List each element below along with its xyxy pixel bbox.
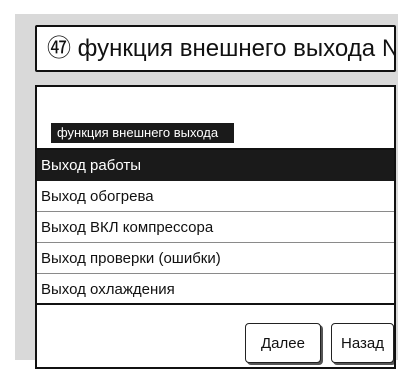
- section-header: функция внешнего выхода: [51, 123, 235, 143]
- option-cooling-output[interactable]: Выход охлаждения: [37, 274, 394, 305]
- back-button[interactable]: Назад: [331, 323, 394, 363]
- option-list: Выход работы Выход обогрева Выход ВКЛ ко…: [37, 148, 394, 305]
- page-title: ㊼ функция внешнего выхода № 1: [35, 25, 396, 72]
- next-button[interactable]: Далее: [245, 323, 321, 363]
- option-error-check-output[interactable]: Выход проверки (ошибки): [37, 243, 394, 274]
- option-screen: функция внешнего выхода Выход работы Вых…: [35, 85, 396, 369]
- option-compressor-on-output[interactable]: Выход ВКЛ компрессора: [37, 212, 394, 243]
- settings-panel: ㊼ функция внешнего выхода № 1 функция вн…: [15, 14, 398, 369]
- option-operation-output[interactable]: Выход работы: [37, 150, 394, 181]
- option-heating-output[interactable]: Выход обогрева: [37, 181, 394, 212]
